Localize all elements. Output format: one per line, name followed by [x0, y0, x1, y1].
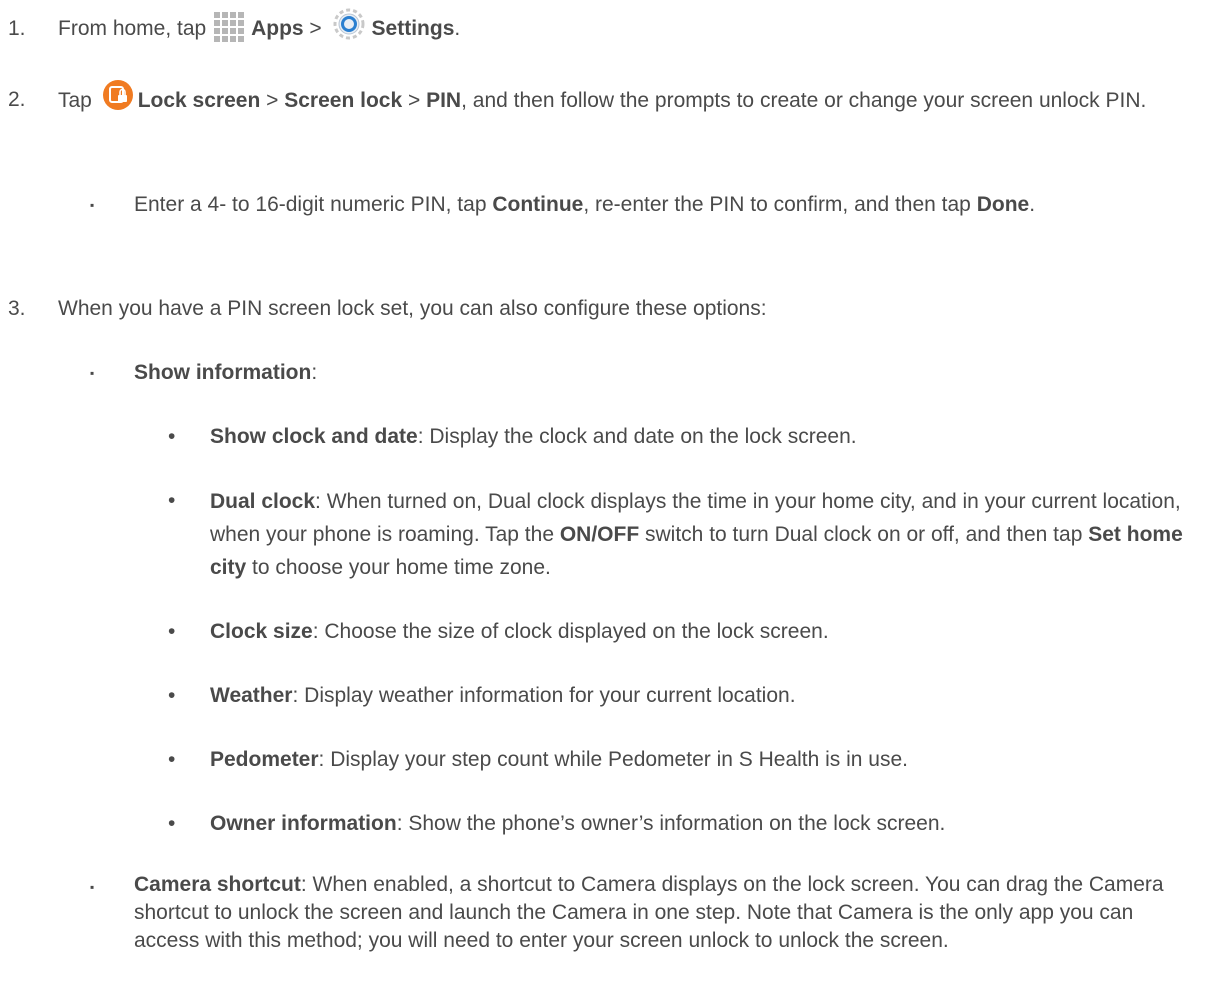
apps-grid-icon [214, 12, 248, 43]
lock-screen-label: Lock screen [137, 89, 261, 112]
settings-label: Settings [371, 17, 455, 40]
step-text: When you have a PIN screen lock set, you… [58, 297, 767, 320]
item-label: Clock size [210, 620, 313, 643]
step-number: 3. [8, 297, 26, 320]
step-number: 1. [8, 17, 26, 40]
item-label: Owner information [210, 812, 397, 835]
document-page: 1. From home, tap Apps > Settings. 2. Ta [0, 0, 1210, 990]
square-bullet: ▪ [90, 198, 95, 212]
camera-shortcut-label: Camera shortcut [134, 873, 301, 896]
square-bullet: ▪ [90, 366, 95, 380]
square-bullet: ▪ [90, 880, 95, 894]
item-label: Dual clock [210, 490, 316, 513]
item-label: Weather [210, 684, 293, 707]
show-information-label: Show information [134, 361, 312, 384]
item-label: Show clock and date [210, 425, 418, 448]
settings-gear-icon [332, 7, 366, 41]
bullet-text: Enter a 4- to 16-digit numeric PIN, tap … [134, 193, 1036, 216]
step-text: Tap Lock screen > Screen lock > PIN, and… [58, 80, 1200, 117]
dot-bullet: • [168, 620, 176, 643]
pin-label: PIN [426, 89, 462, 112]
done-label: Done [976, 193, 1030, 216]
dot-bullet: • [168, 812, 176, 835]
lock-screen-icon [102, 79, 134, 111]
continue-label: Continue [492, 193, 584, 216]
dot-bullet: • [168, 489, 176, 512]
on-off-label: ON/OFF [559, 523, 640, 546]
dot-bullet: • [168, 748, 176, 771]
step-text: From home, tap Apps > Settings. [58, 8, 1200, 45]
screen-lock-label: Screen lock [284, 89, 403, 112]
apps-label: Apps [251, 17, 304, 40]
step-number: 2. [8, 88, 26, 111]
dot-bullet: • [168, 684, 176, 707]
item-label: Pedometer [210, 748, 319, 771]
dot-bullet: • [168, 425, 176, 448]
